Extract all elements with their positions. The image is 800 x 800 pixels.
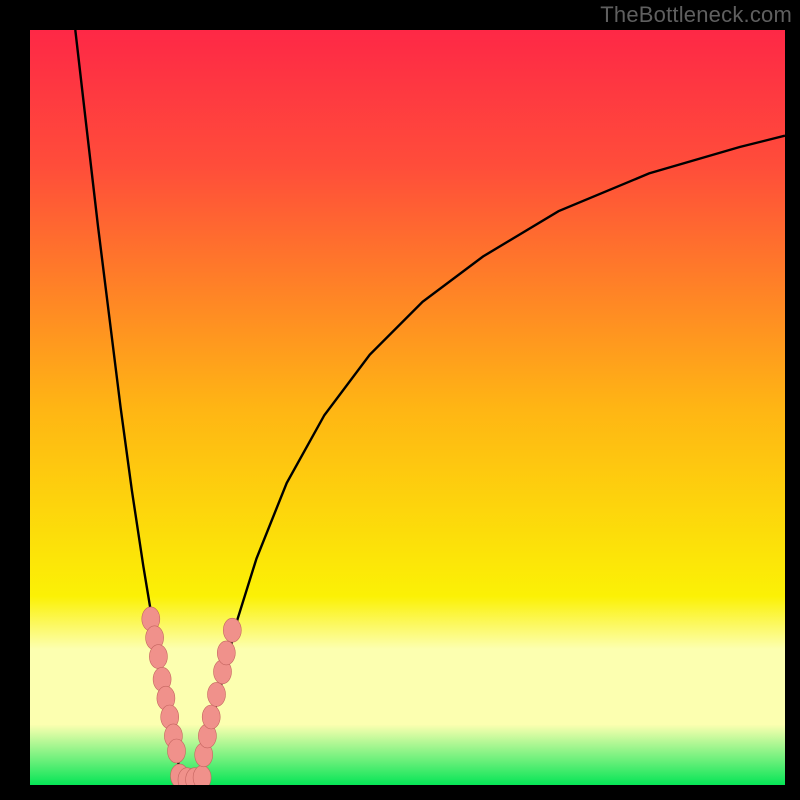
chart-frame: TheBottleneck.com <box>0 0 800 800</box>
watermark-text: TheBottleneck.com <box>600 2 792 28</box>
curve-marker <box>149 645 167 669</box>
curve-marker <box>202 705 220 729</box>
curve-marker <box>208 682 226 706</box>
curve-marker <box>168 739 186 763</box>
curve-marker <box>217 641 235 665</box>
curve-layer <box>30 30 785 785</box>
curve-marker <box>223 618 241 642</box>
plot-area <box>30 30 785 785</box>
marker-layer <box>142 607 242 785</box>
right-branch-path <box>196 136 785 782</box>
